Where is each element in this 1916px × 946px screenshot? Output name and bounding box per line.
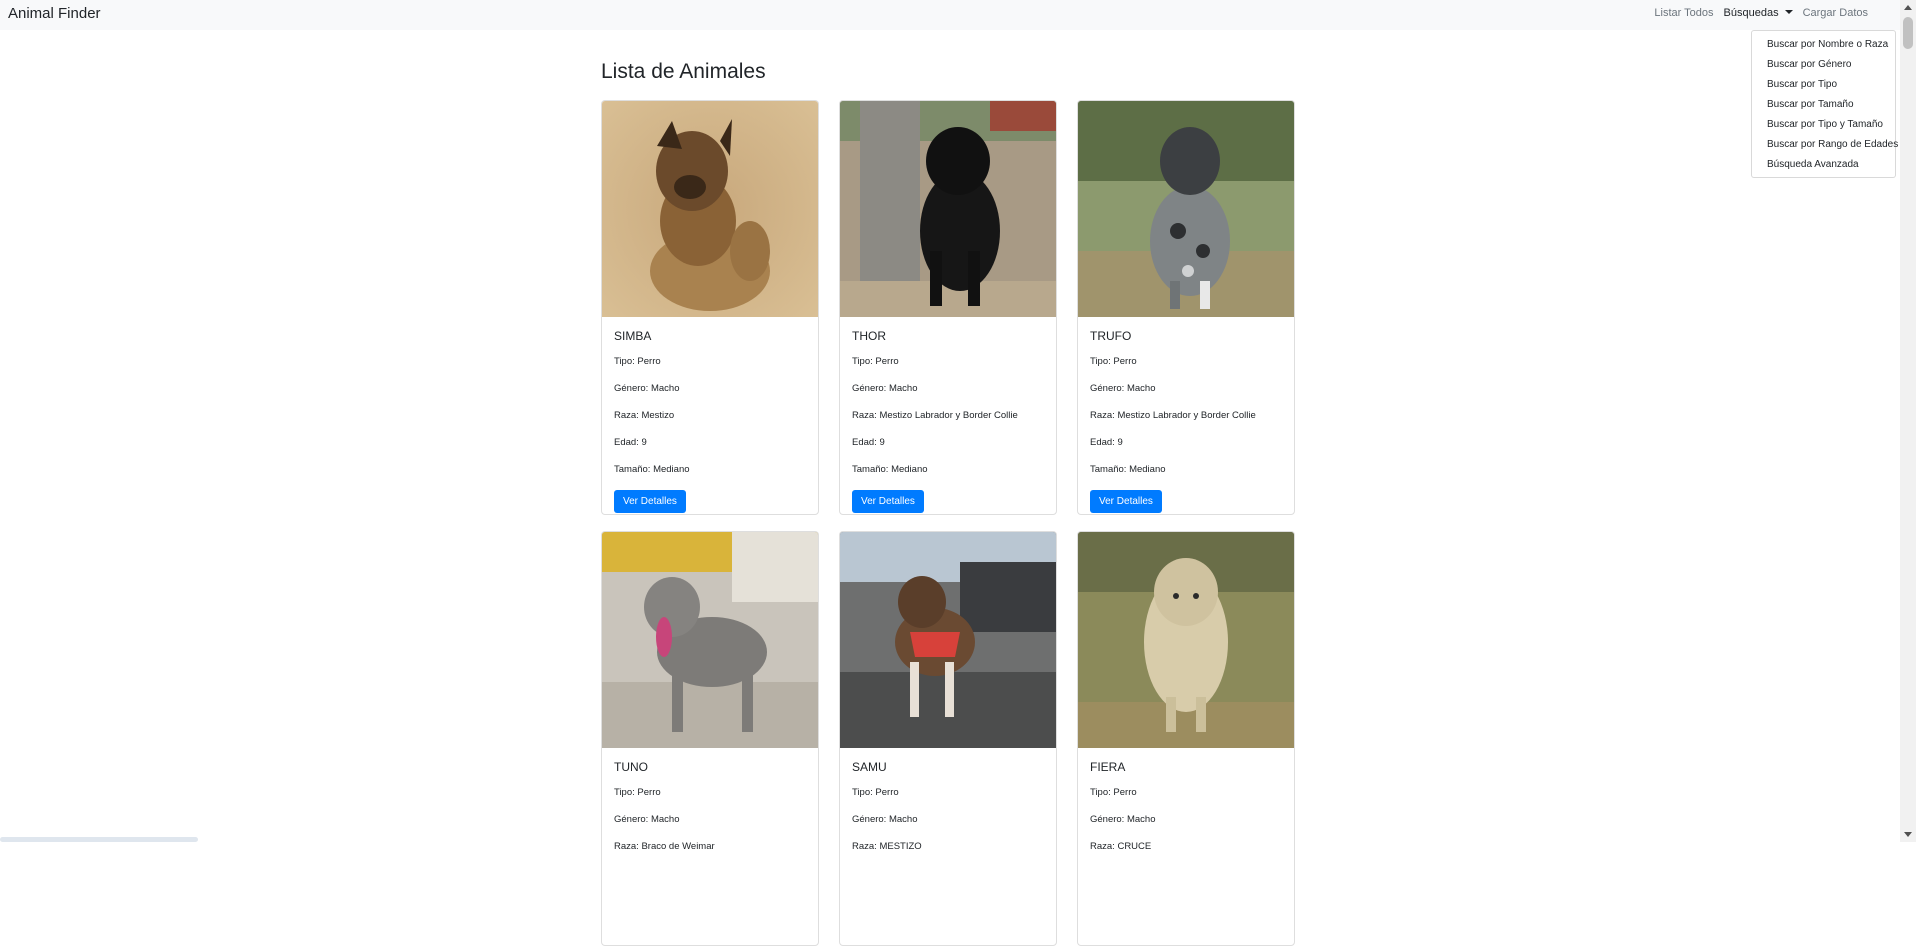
animal-name: FIERA bbox=[1090, 760, 1126, 774]
animal-grid: SIMBA Tipo: Perro Género: Macho Raza: Me… bbox=[601, 100, 1295, 946]
animal-gender: Género: Macho bbox=[852, 383, 918, 394]
animal-card: TUNO Tipo: Perro Género: Macho Raza: Bra… bbox=[601, 531, 819, 946]
animal-size: Tamaño: Mediano bbox=[1090, 464, 1166, 475]
view-details-button[interactable]: Ver Detalles bbox=[852, 490, 924, 513]
animal-gender: Género: Macho bbox=[1090, 814, 1156, 825]
animal-card: SAMU Tipo: Perro Género: Macho Raza: MES… bbox=[839, 531, 1057, 946]
animal-type: Tipo: Perro bbox=[1090, 356, 1137, 367]
animal-breed: Raza: Mestizo Labrador y Border Collie bbox=[852, 410, 1018, 421]
chevron-down-icon bbox=[1784, 10, 1793, 14]
nav-list-all[interactable]: Listar Todos bbox=[1654, 7, 1713, 19]
animal-age: Edad: 9 bbox=[1090, 437, 1123, 448]
animal-type: Tipo: Perro bbox=[614, 787, 661, 798]
animal-type: Tipo: Perro bbox=[614, 356, 661, 367]
animal-gender: Género: Macho bbox=[852, 814, 918, 825]
animal-name: TUNO bbox=[614, 760, 648, 774]
animal-photo bbox=[1078, 101, 1294, 317]
animal-breed: Raza: Mestizo bbox=[614, 410, 675, 421]
view-details-button[interactable]: Ver Detalles bbox=[614, 490, 686, 513]
animal-photo bbox=[840, 101, 1056, 317]
dropdown-item-age-range[interactable]: Buscar por Rango de Edades bbox=[1752, 135, 1898, 155]
dropdown-item-advanced[interactable]: Búsqueda Avanzada bbox=[1752, 155, 1895, 175]
animal-photo bbox=[1078, 532, 1294, 748]
animal-photo bbox=[840, 532, 1056, 748]
navbar: Animal Finder Listar Todos Búsquedas Car… bbox=[0, 0, 1900, 30]
animal-gender: Género: Macho bbox=[614, 383, 680, 394]
animal-type: Tipo: Perro bbox=[852, 787, 899, 798]
animal-size: Tamaño: Mediano bbox=[614, 464, 690, 475]
scroll-thumb[interactable] bbox=[1903, 17, 1913, 49]
dropdown-item-gender[interactable]: Buscar por Género bbox=[1752, 55, 1895, 75]
dropdown-item-size[interactable]: Buscar por Tamaño bbox=[1752, 95, 1895, 115]
animal-type: Tipo: Perro bbox=[852, 356, 899, 367]
page-title: Lista de Animales bbox=[601, 60, 766, 83]
animal-card: SIMBA Tipo: Perro Género: Macho Raza: Me… bbox=[601, 100, 819, 515]
animal-card: THOR Tipo: Perro Género: Macho Raza: Mes… bbox=[839, 100, 1057, 515]
dropdown-item-name-breed[interactable]: Buscar por Nombre o Raza bbox=[1752, 35, 1895, 55]
searches-dropdown: Buscar por Nombre o Raza Buscar por Géne… bbox=[1751, 30, 1898, 178]
animal-name: SAMU bbox=[852, 760, 887, 774]
animal-gender: Género: Macho bbox=[614, 814, 680, 825]
dropdown-item-type-size[interactable]: Buscar por Tipo y Tamaño bbox=[1752, 115, 1895, 135]
animal-card: FIERA Tipo: Perro Género: Macho Raza: CR… bbox=[1077, 531, 1295, 946]
animal-breed: Raza: Mestizo Labrador y Border Collie bbox=[1090, 410, 1256, 421]
animal-breed: Raza: Braco de Weimar bbox=[614, 841, 715, 852]
view-details-button[interactable]: Ver Detalles bbox=[1090, 490, 1162, 513]
scrollbar[interactable] bbox=[1900, 0, 1916, 842]
dropdown-item-type[interactable]: Buscar por Tipo bbox=[1752, 75, 1895, 95]
animal-breed: Raza: MESTIZO bbox=[852, 841, 922, 852]
brand[interactable]: Animal Finder bbox=[8, 5, 101, 22]
animal-size: Tamaño: Mediano bbox=[852, 464, 928, 475]
animal-name: TRUFO bbox=[1090, 329, 1132, 343]
nav-searches[interactable]: Búsquedas bbox=[1724, 7, 1793, 19]
nav-searches-label: Búsquedas bbox=[1723, 7, 1779, 19]
status-bar bbox=[0, 837, 198, 842]
nav-load-data[interactable]: Cargar Datos bbox=[1803, 7, 1868, 19]
animal-photo bbox=[602, 101, 818, 317]
animal-age: Edad: 9 bbox=[852, 437, 885, 448]
animal-age: Edad: 9 bbox=[614, 437, 647, 448]
animal-photo bbox=[602, 532, 818, 748]
nav-links: Listar Todos Búsquedas Cargar Datos bbox=[1654, 7, 1868, 19]
animal-type: Tipo: Perro bbox=[1090, 787, 1137, 798]
animal-gender: Género: Macho bbox=[1090, 383, 1156, 394]
animal-card: TRUFO Tipo: Perro Género: Macho Raza: Me… bbox=[1077, 100, 1295, 515]
animal-breed: Raza: CRUCE bbox=[1090, 841, 1152, 852]
animal-name: THOR bbox=[852, 329, 886, 343]
animal-name: SIMBA bbox=[614, 329, 652, 343]
scroll-up-icon[interactable] bbox=[1904, 5, 1912, 10]
scroll-down-icon[interactable] bbox=[1904, 832, 1912, 837]
